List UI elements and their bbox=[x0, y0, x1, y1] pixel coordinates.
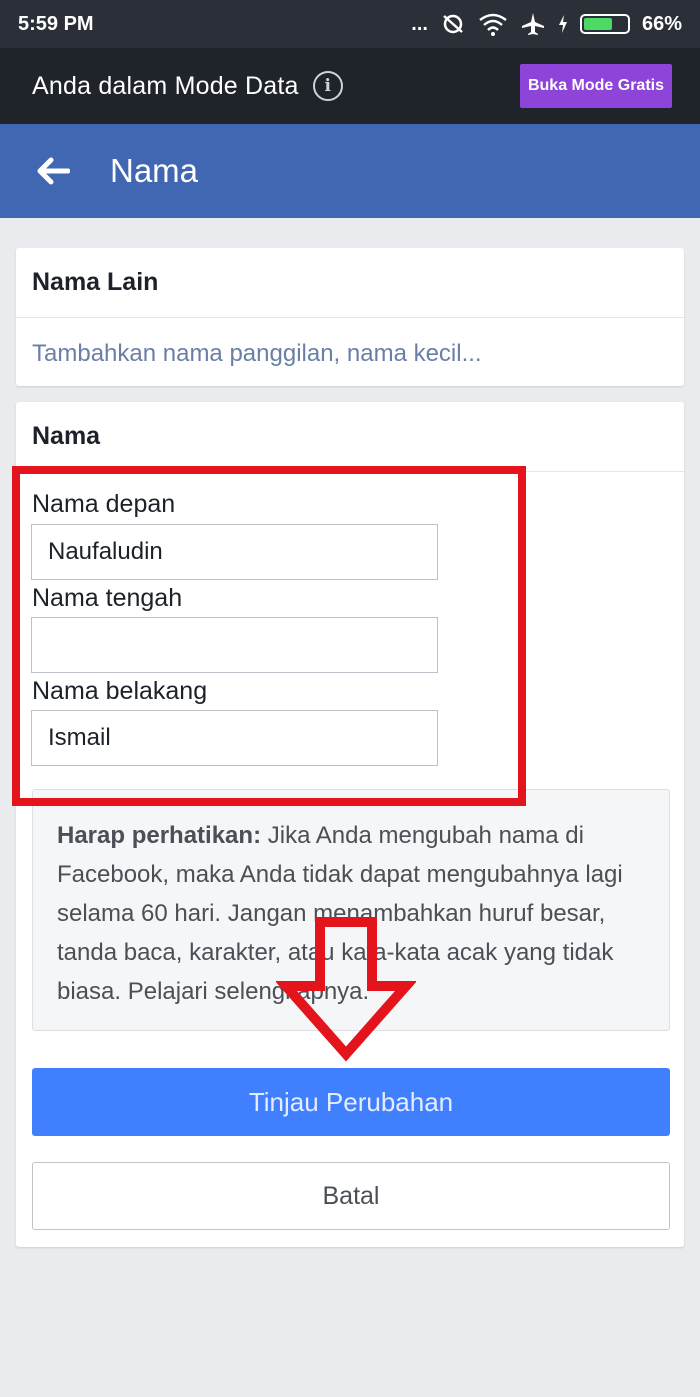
sync-icon bbox=[443, 14, 463, 34]
charging-icon bbox=[558, 15, 567, 33]
battery-icon bbox=[579, 14, 630, 34]
annotation-highlight-box bbox=[12, 466, 526, 806]
battery-fill bbox=[583, 18, 612, 30]
add-nickname-link[interactable]: Tambahkan nama panggilan, nama kecil... bbox=[16, 318, 684, 368]
more-dots-icon: ... bbox=[411, 12, 428, 35]
other-names-card: Nama Lain Tambahkan nama panggilan, nama… bbox=[16, 248, 684, 386]
page-title: Nama bbox=[110, 152, 199, 189]
back-arrow-icon[interactable] bbox=[36, 151, 76, 191]
data-mode-bar: Anda dalam Mode Data i Buka Mode Gratis bbox=[0, 48, 700, 124]
airplane-icon bbox=[521, 13, 544, 35]
free-mode-button[interactable]: Buka Mode Gratis bbox=[519, 64, 672, 108]
app-header: Nama bbox=[0, 124, 700, 218]
cancel-button[interactable]: Batal bbox=[32, 1162, 670, 1230]
status-time: 5:59 PM bbox=[18, 12, 94, 35]
status-bar: 5:59 PM ... 66% bbox=[0, 0, 700, 48]
info-icon[interactable]: i bbox=[312, 71, 343, 101]
battery-percent: 66% bbox=[641, 12, 682, 35]
name-heading: Nama bbox=[16, 402, 684, 472]
annotation-down-arrow-icon bbox=[276, 917, 416, 1062]
notice-bold: Harap perhatikan: bbox=[57, 822, 262, 849]
other-names-heading: Nama Lain bbox=[16, 248, 684, 318]
status-icons: ... 66% bbox=[411, 11, 682, 37]
review-changes-button[interactable]: Tinjau Perubahan bbox=[32, 1068, 670, 1136]
wifi-icon bbox=[479, 13, 507, 36]
data-mode-text: Anda dalam Mode Data bbox=[32, 71, 299, 100]
